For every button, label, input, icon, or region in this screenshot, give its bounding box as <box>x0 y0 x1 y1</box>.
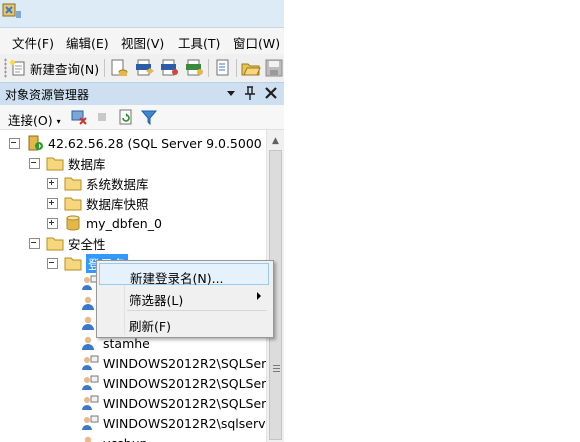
login-label: ycshun <box>103 436 148 442</box>
stop-icon[interactable] <box>93 108 111 126</box>
dropdown-arrow-icon[interactable] <box>222 84 240 102</box>
windows-group-login-icon <box>82 355 99 370</box>
mdx-query-icon[interactable] <box>135 58 155 78</box>
server-label: 42.62.56.28 (SQL Server 9.0.5000 - WIN <box>48 135 266 151</box>
filter-label: 筛选器(L) <box>129 293 184 308</box>
user-login-icon <box>84 436 92 442</box>
menu-bar: 文件(F) 编辑(E) 视图(V) 工具(T) 窗口(W) <box>0 28 284 54</box>
context-menu-filter[interactable]: 筛选器(L) <box>99 286 269 308</box>
new-query-label: 新建查询(N) <box>30 61 100 77</box>
open-file-icon[interactable] <box>241 58 261 78</box>
login-item[interactable]: WINDOWS2012R2\SQLServe <box>64 393 266 413</box>
object-explorer-toolbar: 连接(O) ▾ <box>0 105 284 130</box>
login-item[interactable]: WINDOWS2012R2\SQLServe <box>64 373 266 393</box>
toolbar-grip[interactable] <box>4 58 7 78</box>
context-menu: 新建登录名(N)... 筛选器(L) 刷新(F) <box>96 260 274 338</box>
collapse-toggle[interactable] <box>9 137 20 149</box>
folder-icon <box>64 177 82 191</box>
scroll-up-arrow-icon[interactable]: ▲ <box>267 132 284 149</box>
toolbar-separator <box>104 59 105 77</box>
script-file-icon[interactable] <box>213 58 233 78</box>
login-item[interactable]: WINDOWS2012R2\SQLServe <box>64 353 266 373</box>
standard-toolbar: 新建查询(N) <box>0 54 284 83</box>
tree-node-server[interactable]: 42.62.56.28 (SQL Server 9.0.5000 - WIN <box>9 133 266 153</box>
ssms-window: 文件(F) 编辑(E) 视图(V) 工具(T) 窗口(W) 新建查询(N) 对象… <box>0 0 284 442</box>
login-label: WINDOWS2012R2\SQLServe <box>103 395 266 411</box>
toolbar-separator <box>208 59 209 77</box>
connect-label: 连接(O) <box>8 113 53 128</box>
folder-icon <box>64 257 82 271</box>
login-item[interactable]: WINDOWS2012R2\sqlserver <box>64 413 266 433</box>
context-menu-refresh[interactable]: 刷新(F) <box>99 312 269 334</box>
tree-node-database-snapshots[interactable]: 数据库快照 <box>47 193 149 213</box>
system-databases-label: 系统数据库 <box>86 176 149 192</box>
object-explorer-title: 对象资源管理器 <box>5 88 90 102</box>
menu-file[interactable]: 文件(F) <box>12 33 54 52</box>
user-database-label: my_dbfen_0 <box>86 215 162 231</box>
login-label: WINDOWS2012R2\sqlserver <box>103 415 266 431</box>
new-query-icon <box>10 60 25 76</box>
windows-group-login-icon <box>82 415 99 430</box>
chevron-down-icon: ▾ <box>56 117 61 126</box>
filter-icon[interactable] <box>140 108 158 126</box>
database-icon <box>66 215 80 231</box>
windows-group-login-icon <box>82 375 99 390</box>
database-engine-query-icon[interactable] <box>109 58 129 78</box>
close-icon[interactable] <box>262 84 280 102</box>
security-label: 安全性 <box>68 236 106 252</box>
server-icon <box>28 135 43 151</box>
context-menu-separator <box>127 310 267 311</box>
context-menu-new-login[interactable]: 新建登录名(N)... <box>99 263 269 286</box>
toolbar-separator <box>236 59 237 77</box>
tree-node-user-database[interactable]: my_dbfen_0 <box>47 213 162 233</box>
login-label: WINDOWS2012R2\SQLServe <box>103 355 266 371</box>
disconnect-icon[interactable] <box>70 108 88 126</box>
menu-tools[interactable]: 工具(T) <box>178 33 220 52</box>
menu-edit[interactable]: 编辑(E) <box>66 33 109 52</box>
collapse-toggle[interactable] <box>47 257 58 269</box>
dmx-query-icon[interactable] <box>160 58 180 78</box>
folder-icon <box>46 237 64 251</box>
new-login-label: 新建登录名(N)... <box>130 271 224 286</box>
connect-button[interactable]: 连接(O) ▾ <box>8 110 61 129</box>
tree-node-security[interactable]: 安全性 <box>29 233 106 253</box>
expand-toggle[interactable] <box>47 217 58 229</box>
title-bar <box>0 0 284 28</box>
pin-icon[interactable] <box>241 84 259 102</box>
ssms-app-icon[interactable] <box>2 2 22 20</box>
menu-window[interactable]: 窗口(W) <box>233 33 280 52</box>
expand-toggle[interactable] <box>47 197 58 209</box>
windows-group-login-icon <box>82 395 99 410</box>
expand-toggle[interactable] <box>47 177 58 189</box>
collapse-toggle[interactable] <box>29 237 40 249</box>
database-snapshots-label: 数据库快照 <box>86 196 149 212</box>
databases-label: 数据库 <box>68 156 106 172</box>
tree-node-system-databases[interactable]: 系统数据库 <box>47 173 149 193</box>
collapse-toggle[interactable] <box>29 157 40 169</box>
xmla-query-icon[interactable] <box>185 58 205 78</box>
object-explorer-header: 对象资源管理器 <box>0 82 284 106</box>
save-icon[interactable] <box>264 58 284 78</box>
folder-icon <box>46 157 64 171</box>
login-label: WINDOWS2012R2\SQLServe <box>103 375 266 391</box>
tree-node-databases[interactable]: 数据库 <box>29 153 106 173</box>
folder-icon <box>64 197 82 211</box>
refresh-label: 刷新(F) <box>129 319 171 334</box>
submenu-arrow-icon <box>257 292 261 300</box>
login-item[interactable]: ycshun <box>64 433 148 442</box>
new-query-button[interactable]: 新建查询(N) <box>9 58 99 78</box>
menu-view[interactable]: 视图(V) <box>121 33 164 52</box>
refresh-icon[interactable] <box>117 108 135 126</box>
scrollbar-grip <box>273 365 280 372</box>
